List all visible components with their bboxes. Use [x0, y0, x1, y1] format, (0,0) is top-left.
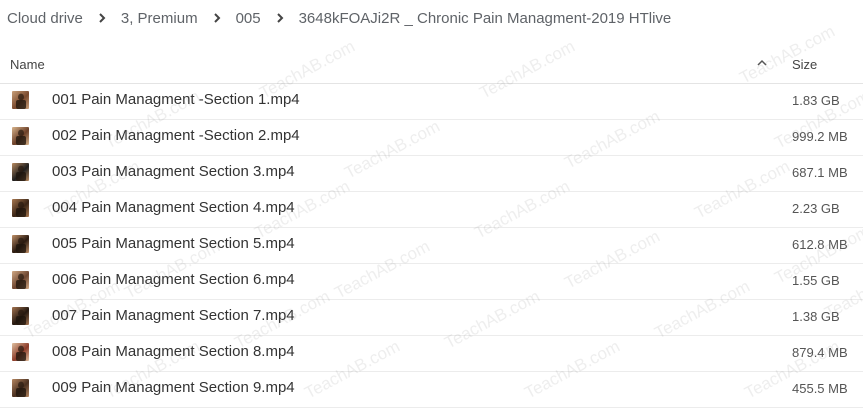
file-row[interactable]: 006 Pain Managment Section 6.mp4 1.55 GB: [0, 264, 863, 300]
file-name[interactable]: 006 Pain Managment Section 6.mp4: [52, 271, 295, 288]
file-row[interactable]: 009 Pain Managment Section 9.mp4 455.5 MB: [0, 372, 863, 408]
file-size: 1.83 GB: [792, 93, 840, 108]
file-name[interactable]: 003 Pain Managment Section 3.mp4: [52, 163, 295, 180]
file-size: 455.5 MB: [792, 381, 848, 396]
file-row[interactable]: 001 Pain Managment -Section 1.mp4 1.83 GB: [0, 84, 863, 120]
chevron-up-icon[interactable]: [755, 56, 769, 70]
file-name[interactable]: 004 Pain Managment Section 4.mp4: [52, 199, 295, 216]
file-row[interactable]: 003 Pain Managment Section 3.mp4 687.1 MB: [0, 156, 863, 192]
video-thumbnail-icon: [12, 91, 29, 109]
video-thumbnail-icon: [12, 343, 29, 361]
video-thumbnail-icon: [12, 235, 29, 253]
file-size: 2.23 GB: [792, 201, 840, 216]
file-list-header: Name Size: [0, 47, 863, 84]
file-size: 879.4 MB: [792, 345, 848, 360]
file-row[interactable]: 004 Pain Managment Section 4.mp4 2.23 GB: [0, 192, 863, 228]
file-name[interactable]: 001 Pain Managment -Section 1.mp4: [52, 91, 300, 108]
breadcrumb-item[interactable]: 005: [230, 10, 267, 27]
chevron-right-icon: [95, 12, 109, 24]
video-thumbnail-icon: [12, 379, 29, 397]
chevron-right-icon: [273, 12, 287, 24]
file-name[interactable]: 002 Pain Managment -Section 2.mp4: [52, 127, 300, 144]
file-name[interactable]: 008 Pain Managment Section 8.mp4: [52, 343, 295, 360]
file-row[interactable]: 007 Pain Managment Section 7.mp4 1.38 GB: [0, 300, 863, 336]
file-name[interactable]: 009 Pain Managment Section 9.mp4: [52, 379, 295, 396]
breadcrumb-item[interactable]: 3, Premium: [115, 10, 204, 27]
file-row[interactable]: 008 Pain Managment Section 8.mp4 879.4 MB: [0, 336, 863, 372]
file-size: 612.8 MB: [792, 237, 848, 252]
file-size: 999.2 MB: [792, 129, 848, 144]
file-name[interactable]: 007 Pain Managment Section 7.mp4: [52, 307, 295, 324]
breadcrumb-item[interactable]: 3648kFOAJi2R _ Chronic Pain Managment-20…: [293, 10, 678, 27]
file-size: 1.38 GB: [792, 309, 840, 324]
video-thumbnail-icon: [12, 271, 29, 289]
video-thumbnail-icon: [12, 127, 29, 145]
file-size: 687.1 MB: [792, 165, 848, 180]
video-thumbnail-icon: [12, 163, 29, 181]
file-list: 001 Pain Managment -Section 1.mp4 1.83 GB…: [0, 84, 863, 408]
video-thumbnail-icon: [12, 199, 29, 217]
file-row[interactable]: 002 Pain Managment -Section 2.mp4 999.2 M…: [0, 120, 863, 156]
breadcrumb: Cloud drive 3, Premium 005 3648kFOAJi2R _ C…: [0, 0, 863, 36]
chevron-right-icon: [210, 12, 224, 24]
name-column-header[interactable]: Name: [10, 57, 45, 72]
breadcrumb-item[interactable]: Cloud drive: [0, 10, 89, 27]
video-thumbnail-icon: [12, 307, 29, 325]
size-column-header[interactable]: Size: [792, 57, 817, 72]
file-row[interactable]: 005 Pain Managment Section 5.mp4 612.8 MB: [0, 228, 863, 264]
file-size: 1.55 GB: [792, 273, 840, 288]
file-name[interactable]: 005 Pain Managment Section 5.mp4: [52, 235, 295, 252]
